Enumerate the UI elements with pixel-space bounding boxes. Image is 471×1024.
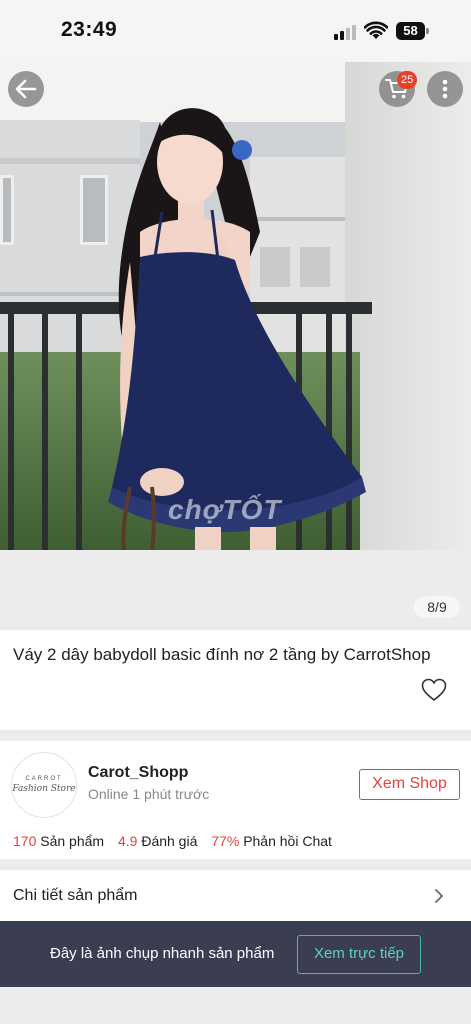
snapshot-notice-bar: Đây là ảnh chụp nhanh sản phẩm Xem trực …	[0, 921, 471, 987]
chevron-right-icon	[435, 889, 443, 903]
products-label: Sản phẩm	[40, 833, 105, 849]
view-live-button[interactable]: Xem trực tiếp	[297, 935, 421, 974]
arrow-left-icon	[15, 79, 37, 99]
shop-online-status: Online 1 phút trước	[88, 786, 210, 802]
back-button[interactable]	[8, 71, 44, 107]
snapshot-message: Đây là ảnh chụp nhanh sản phẩm	[50, 945, 275, 962]
rating-value: 4.9	[117, 833, 138, 849]
signal-icon	[334, 24, 358, 40]
photo-counter: 8/9	[414, 596, 460, 618]
view-shop-button[interactable]: Xem Shop	[359, 769, 460, 800]
model-in-dress	[108, 108, 366, 550]
gallery-band	[0, 550, 471, 630]
avatar-logo-script: Fashion Store	[12, 784, 76, 794]
more-vertical-icon	[442, 79, 448, 99]
chat-response-value: 77%	[211, 833, 240, 849]
shop-section: CARROT Fashion Store Carot_Shopp Online …	[0, 741, 471, 859]
product-details-label: Chi tiết sản phẩm	[13, 887, 138, 904]
shop-name[interactable]: Carot_Shopp	[88, 764, 188, 782]
status-time: 23:49	[61, 18, 118, 41]
bottom-spacer	[0, 987, 471, 1024]
shop-avatar[interactable]: CARROT Fashion Store	[11, 752, 77, 818]
heart-outline-icon[interactable]	[421, 678, 447, 702]
cart-count-badge: 25	[397, 71, 418, 89]
battery-level: 58	[396, 22, 425, 40]
product-title: Váy 2 dây babydoll basic đính nơ 2 tầng …	[13, 645, 431, 664]
more-options-button[interactable]	[427, 71, 463, 107]
shop-stats: 170 Sản phẩm 4.9 Đánh giá 77% Phản hồi C…	[13, 833, 342, 849]
watermark: chợTỐT	[168, 494, 282, 525]
product-details-row[interactable]: Chi tiết sản phẩm	[0, 870, 471, 922]
product-photo[interactable]: chợTỐT	[0, 62, 471, 550]
avatar-logo-text: CARROT	[25, 776, 63, 782]
rating-label: Đánh giá	[141, 833, 198, 849]
wifi-icon	[364, 21, 388, 39]
chat-response-label: Phản hồi Chat	[243, 833, 332, 849]
product-title-section: Váy 2 dây babydoll basic đính nơ 2 tầng …	[0, 630, 471, 730]
battery-icon: 58	[396, 22, 430, 40]
product-detail-screen: 23:49 58 chợTỐT 25 8/9 Váy 2 dây babydol…	[0, 0, 471, 1024]
products-count: 170	[13, 833, 37, 849]
status-bar: 23:49 58	[0, 0, 471, 62]
